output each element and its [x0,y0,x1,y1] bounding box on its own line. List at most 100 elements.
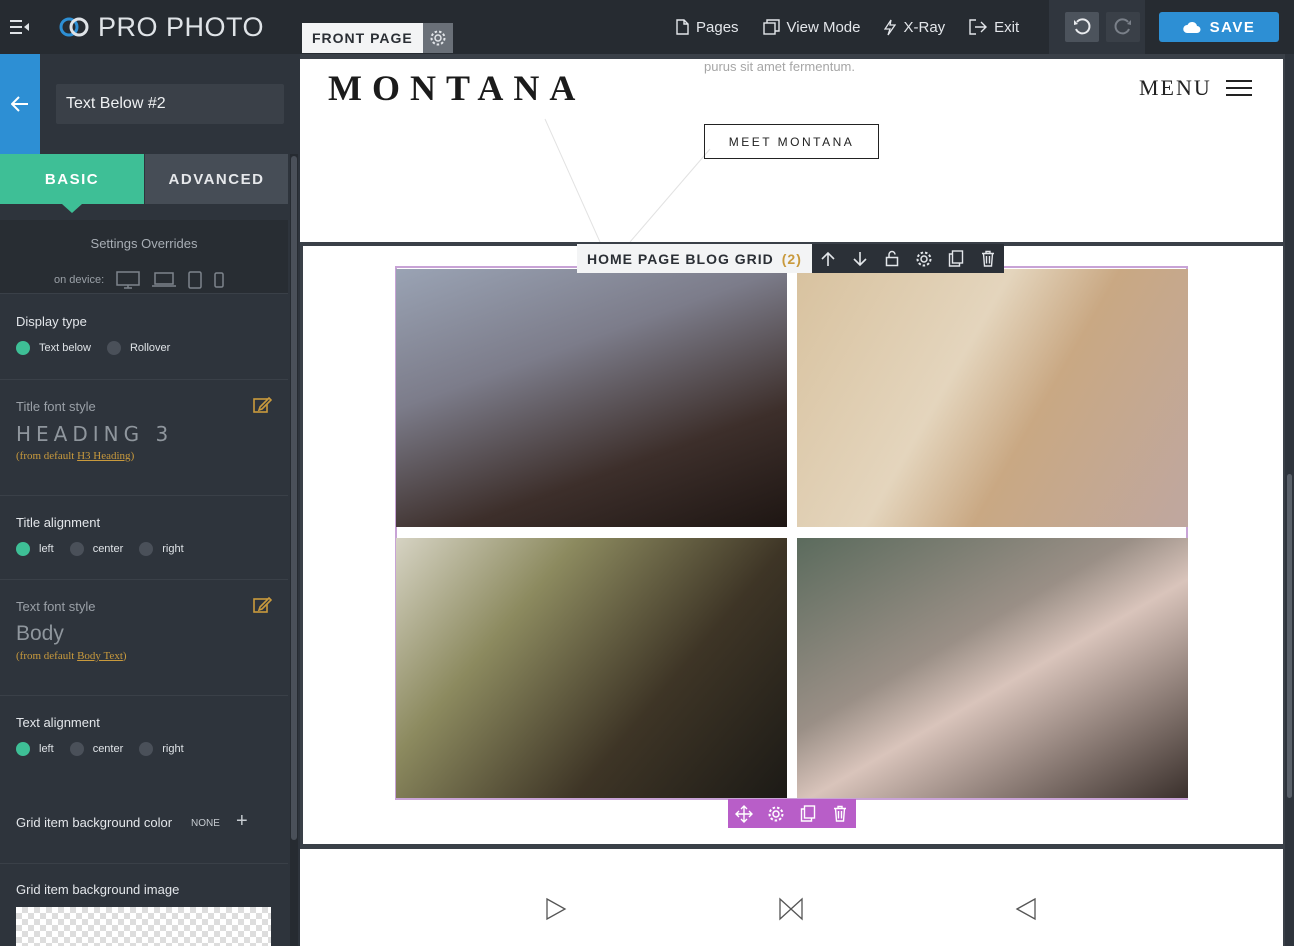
exit-icon [969,19,988,35]
text-font-label: Text font style [16,599,96,614]
lock-button[interactable] [876,244,908,273]
settings-overrides: Settings Overrides on device: [0,220,288,294]
display-type-options: Text below Rollover [16,341,186,355]
nav-exit[interactable]: Exit [969,19,1019,36]
radio-unselected [139,742,154,756]
grid-photo-couple-candles[interactable] [396,269,787,527]
meet-montana-button[interactable]: MEET MONTANA [704,124,879,159]
device-label: on device: [54,274,105,286]
text-font-default: (from default Body Text) [16,650,127,662]
page-scrollbar-thumb[interactable] [1287,474,1292,798]
title-alignment-section: Title alignment left center right [0,496,288,580]
tab-basic[interactable]: BASIC [0,154,144,213]
copy-icon [948,250,964,267]
block-settings-button[interactable] [908,244,940,273]
site-menu[interactable]: MENU [1139,75,1252,101]
front-page-settings[interactable] [422,23,453,53]
move-item-handle[interactable] [728,799,760,828]
arrow-up-icon [821,251,835,266]
brand-text: PRO PHOTO [98,11,265,42]
duplicate-block-button[interactable] [940,244,972,273]
gear-icon [768,806,784,821]
grid-item-toolbar [728,799,856,828]
collapse-sidebar-button[interactable] [0,0,40,54]
device-selector: on device: [54,271,224,289]
sidebar-scrollbar-thumb[interactable] [291,156,297,840]
triangle-left-icon[interactable] [1014,897,1038,921]
x-ray-icon [884,19,897,35]
title-font-section: Title font style HEADING 3 (from default… [0,380,288,496]
bg-image-label: Grid item background image [16,882,180,897]
undo-button[interactable] [1065,12,1099,42]
nav-x-ray[interactable]: X-Ray [884,19,945,36]
editor-app: PRO PHOTO BASIC ADVANCED Settings Overri… [0,0,1294,946]
settings-tabs: BASIC ADVANCED [0,154,288,213]
back-button[interactable] [0,54,40,154]
gear-icon [916,251,932,266]
top-nav: Pages View Mode X-Ray Exit [676,0,1043,54]
delete-block-button[interactable] [972,244,1004,273]
blog-grid-toolbar: HOME PAGE BLOG GRID (2) [577,244,1004,273]
title-align-right[interactable]: right [139,542,184,556]
collapse-menu-icon [10,20,29,34]
copy-icon [800,805,816,822]
text-align-right[interactable]: right [139,742,184,756]
title-alignment-options: left center right [16,542,200,556]
save-button[interactable]: SAVE [1159,12,1279,42]
bg-image-dropzone[interactable] [16,907,271,946]
display-type-option-rollover[interactable]: Rollover [106,341,170,355]
item-settings-button[interactable] [760,799,792,828]
grid-photo-bride-portrait[interactable] [797,538,1188,798]
arrow-left-icon [11,96,28,112]
triangle-right-icon[interactable] [544,897,568,921]
social-icons-block[interactable] [300,849,1283,946]
bowtie-icon[interactable] [778,897,804,921]
laptop-icon[interactable] [152,272,177,288]
trash-icon [981,250,994,267]
h3-heading-link[interactable]: H3 Heading [77,450,130,462]
page-scrollbar[interactable] [1285,54,1294,946]
display-type-option-text-below[interactable]: Text below [16,341,91,355]
pro-photo-logo-icon [59,17,89,37]
title-alignment-label: Title alignment [16,515,101,530]
nav-pages[interactable]: Pages [676,19,739,36]
intro-text: purus sit amet fermentum. [704,59,855,74]
edit-title-font-icon[interactable] [252,395,272,415]
gear-icon [430,30,446,46]
radio-unselected [106,341,121,355]
grid-photo-couple-sunset[interactable] [396,538,787,798]
move-arrows-icon [735,804,753,823]
redo-button[interactable] [1106,12,1140,42]
tablet-icon[interactable] [188,271,202,289]
site-title: MONTANA [328,68,586,108]
desktop-icon[interactable] [116,271,140,289]
logo-bar: PRO PHOTO [0,0,300,54]
move-down-button[interactable] [844,244,876,273]
block-title-input[interactable] [56,84,284,124]
text-align-center[interactable]: center [69,742,123,756]
radio-unselected [69,742,84,756]
phone-icon[interactable] [214,272,224,288]
text-font-preview: Body [16,622,64,645]
display-type-section: Display type Text below Rollover [0,294,288,380]
title-align-left[interactable]: left [16,542,54,556]
hero-block[interactable]: MONTANA purus sit amet fermentum. MEET M… [300,59,1283,242]
front-page-label[interactable]: FRONT PAGE [302,23,423,53]
edit-text-font-icon[interactable] [252,595,272,615]
bg-color-section: Grid item background color NONE + [0,780,288,864]
nav-view-mode[interactable]: View Mode [762,19,860,36]
tab-advanced[interactable]: ADVANCED [145,154,288,204]
add-bg-color-icon[interactable]: + [236,811,248,831]
sidebar-scrollbar[interactable] [290,154,298,946]
display-type-label: Display type [16,314,87,329]
body-text-link[interactable]: Body Text [77,650,123,662]
duplicate-item-button[interactable] [792,799,824,828]
delete-item-button[interactable] [824,799,856,828]
grid-photo-newborn[interactable] [797,269,1188,527]
cloud-upload-icon [1182,21,1201,33]
blog-grid-label[interactable]: HOME PAGE BLOG GRID (2) [577,244,812,273]
brand-logo: PRO PHOTO [58,12,264,43]
title-align-center[interactable]: center [69,542,123,556]
move-up-button[interactable] [812,244,844,273]
text-align-left[interactable]: left [16,742,54,756]
